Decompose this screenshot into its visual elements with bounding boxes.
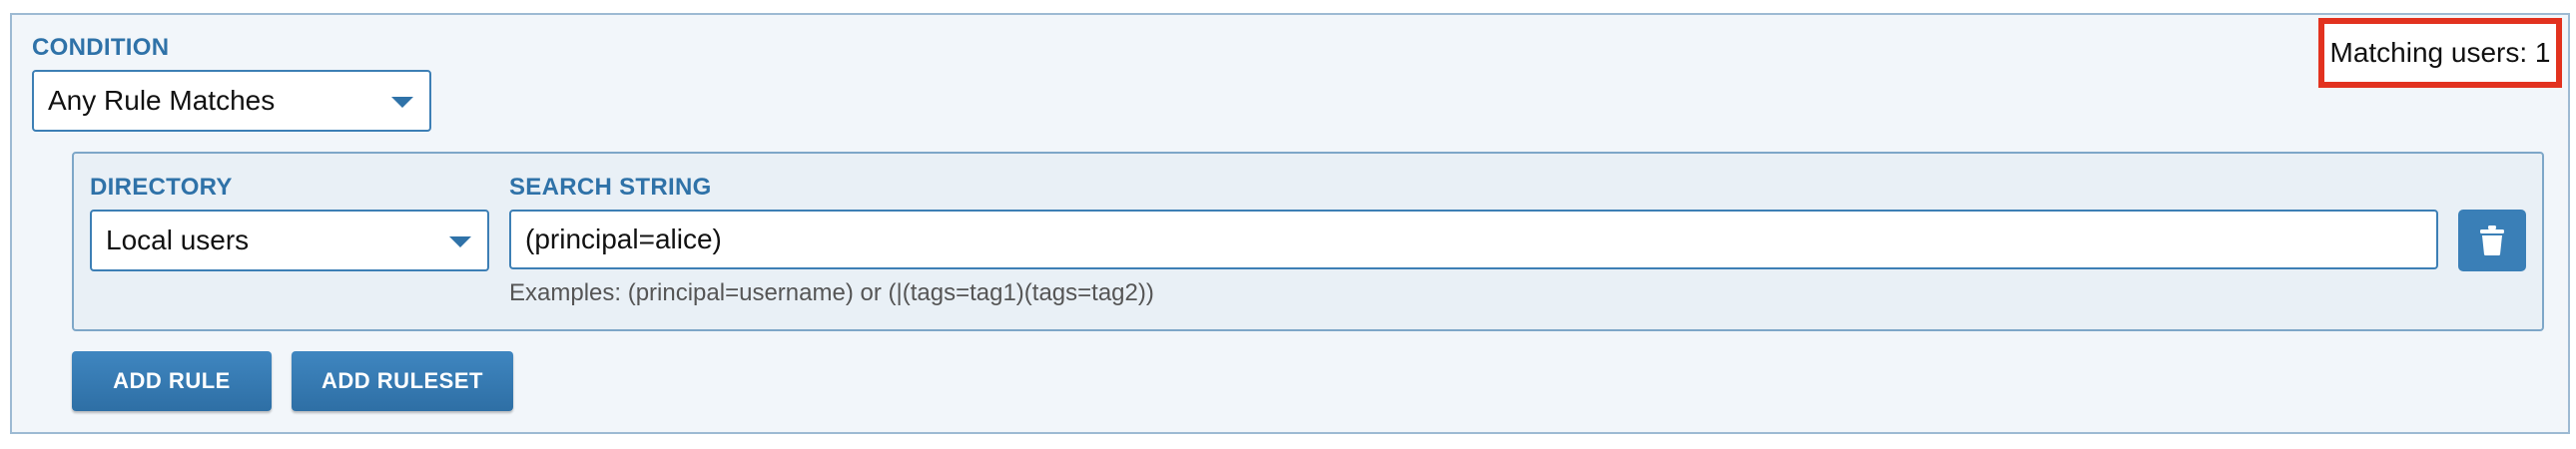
directory-select-value: Local users — [106, 224, 250, 255]
add-rule-label: ADD RULE — [113, 368, 231, 393]
add-ruleset-label: ADD RULESET — [322, 368, 483, 393]
directory-label: DIRECTORY — [90, 174, 233, 201]
search-string-input[interactable]: (principal=alice) — [509, 210, 2438, 269]
search-string-value: (principal=alice) — [525, 224, 722, 254]
condition-select-value: Any Rule Matches — [48, 85, 276, 116]
chevron-down-icon — [391, 97, 413, 108]
delete-rule-button[interactable] — [2458, 210, 2526, 271]
search-hint: Examples: (principal=username) or (|(tag… — [509, 279, 1154, 306]
matching-users-text: Matching users: 1 — [2329, 37, 2551, 68]
trash-icon — [2480, 225, 2504, 255]
chevron-down-icon — [449, 236, 471, 247]
search-string-label: SEARCH STRING — [509, 174, 712, 201]
matching-users-count: Matching users: 1 — [2318, 18, 2562, 88]
add-rule-button[interactable]: ADD RULE — [72, 351, 272, 411]
condition-select[interactable]: Any Rule Matches — [32, 70, 431, 132]
directory-select[interactable]: Local users — [90, 210, 489, 271]
add-ruleset-button[interactable]: ADD RULESET — [292, 351, 513, 411]
condition-label: CONDITION — [32, 34, 170, 61]
